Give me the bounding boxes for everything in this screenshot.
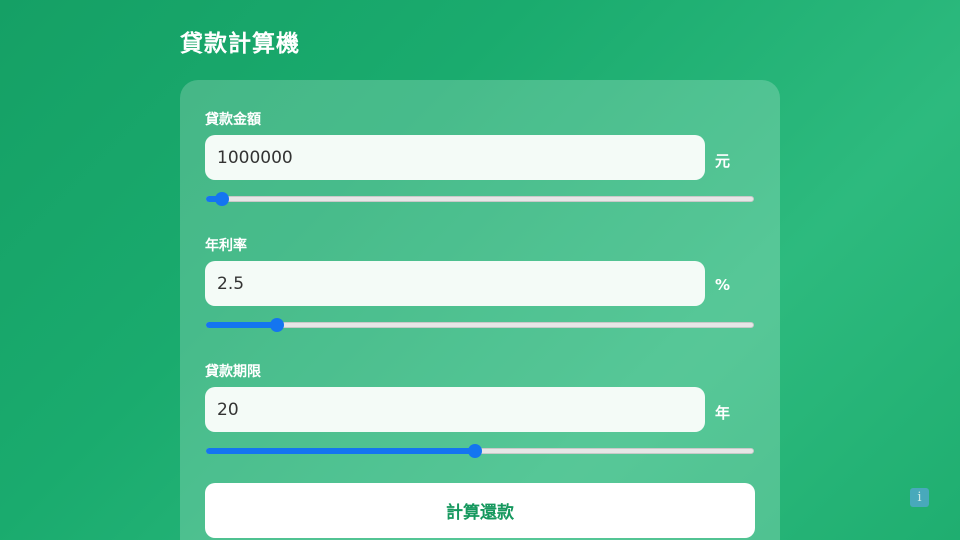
loan-term-unit: 年 (715, 404, 731, 422)
slider-fill (206, 322, 278, 328)
slider-thumb[interactable] (467, 444, 482, 458)
loan-term-slider[interactable] (206, 444, 754, 458)
loan-amount-slider[interactable] (206, 192, 754, 206)
info-icon[interactable]: i (910, 488, 929, 507)
interest-rate-label: 年利率 (205, 238, 247, 254)
loan-amount-input[interactable] (205, 135, 705, 180)
interest-rate-slider[interactable] (206, 318, 754, 332)
loan-form-card: 貸款金額 元 年利率 % 貸款期限 年 計算還款 (180, 80, 780, 540)
slider-thumb[interactable] (215, 192, 230, 206)
slider-track (206, 196, 754, 202)
loan-term-input[interactable] (205, 387, 705, 432)
slider-fill (206, 448, 475, 454)
interest-rate-input[interactable] (205, 261, 705, 306)
slider-thumb[interactable] (270, 318, 285, 332)
calculate-button[interactable]: 計算還款 (205, 483, 755, 538)
page-title: 貸款計算機 (180, 31, 300, 57)
loan-amount-unit: 元 (715, 152, 731, 170)
slider-track (206, 322, 754, 328)
interest-rate-unit: % (715, 276, 731, 294)
loan-term-label: 貸款期限 (205, 364, 261, 380)
loan-amount-label: 貸款金額 (205, 112, 261, 128)
